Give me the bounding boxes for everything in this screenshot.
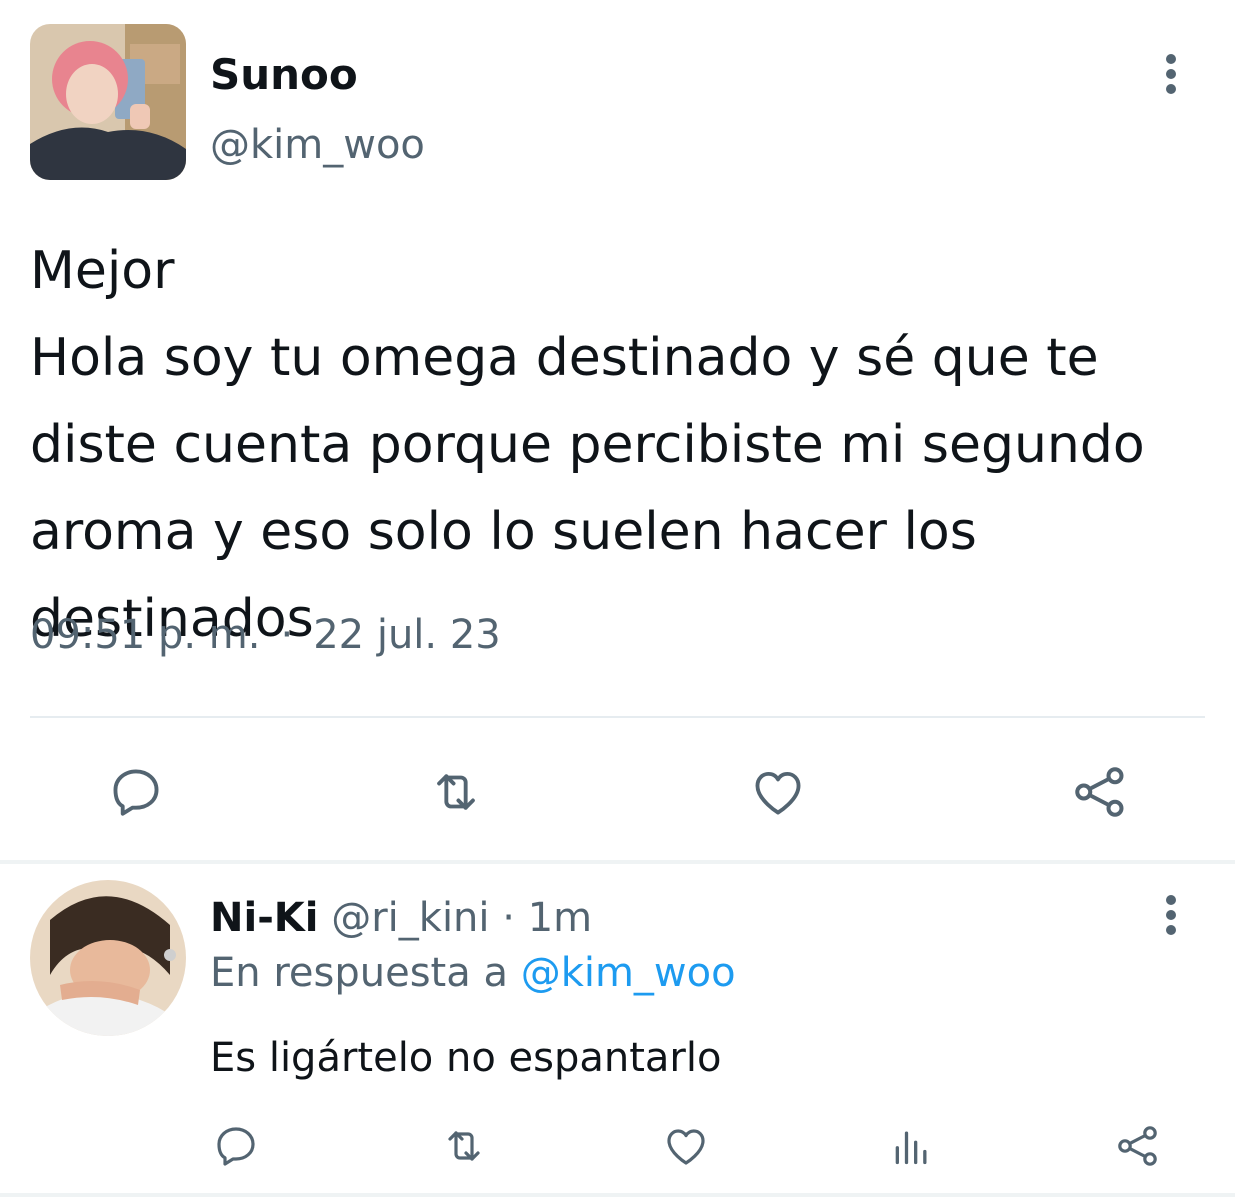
reply-author-handle[interactable]: @ri_kini xyxy=(331,895,489,941)
tweet-date: 22 jul. 23 xyxy=(313,612,501,658)
author-handle[interactable]: @kim_woo xyxy=(210,122,425,168)
retweet-icon xyxy=(448,1131,480,1161)
reply-button[interactable] xyxy=(104,760,168,824)
reply-context: En respuesta a @kim_woo xyxy=(210,950,736,996)
tweet-text: Mejor Hola soy tu omega destinado y sé q… xyxy=(30,241,1145,649)
reply-icon xyxy=(113,769,159,816)
tweet-timestamp[interactable]: 09:51 p. m. · 22 jul. 23 xyxy=(30,612,501,658)
more-options-icon[interactable] xyxy=(1151,44,1191,104)
section-divider xyxy=(0,860,1235,864)
views-icon xyxy=(895,1131,927,1165)
reply-like-button[interactable] xyxy=(660,1120,712,1172)
like-icon xyxy=(755,771,801,815)
reply-text: Es ligártelo no espantarlo xyxy=(210,1035,722,1081)
reply-context-mention[interactable]: @kim_woo xyxy=(521,950,736,996)
reply-context-label: En respuesta a xyxy=(210,950,508,996)
reply-author-name[interactable]: Ni-Ki xyxy=(210,895,319,941)
share-icon xyxy=(1075,767,1124,817)
meta-separator: · xyxy=(280,612,294,658)
reply-views-button[interactable] xyxy=(886,1120,938,1172)
reply-reply-button[interactable] xyxy=(210,1120,262,1172)
reply-age: 1m xyxy=(527,895,593,941)
tweet-time: 09:51 p. m. xyxy=(30,612,261,658)
reply-separator: · xyxy=(502,895,515,941)
reply-header: Ni-Ki @ri_kini · 1m xyxy=(210,895,592,941)
share-icon xyxy=(1118,1126,1157,1166)
reply-icon xyxy=(217,1127,255,1166)
bottom-divider xyxy=(0,1193,1235,1197)
reply-share-button[interactable] xyxy=(1112,1120,1164,1172)
reply-retweet-button[interactable] xyxy=(436,1120,492,1172)
like-button[interactable] xyxy=(746,760,810,824)
author-avatar[interactable] xyxy=(30,24,186,180)
like-icon xyxy=(667,1129,705,1165)
divider xyxy=(30,716,1205,718)
share-button[interactable] xyxy=(1066,760,1134,824)
reply-more-options-icon[interactable] xyxy=(1151,885,1191,945)
retweet-button[interactable] xyxy=(424,760,488,824)
author-name[interactable]: Sunoo xyxy=(210,50,358,99)
reply-author-avatar[interactable] xyxy=(30,880,186,1036)
retweet-icon xyxy=(437,774,475,810)
